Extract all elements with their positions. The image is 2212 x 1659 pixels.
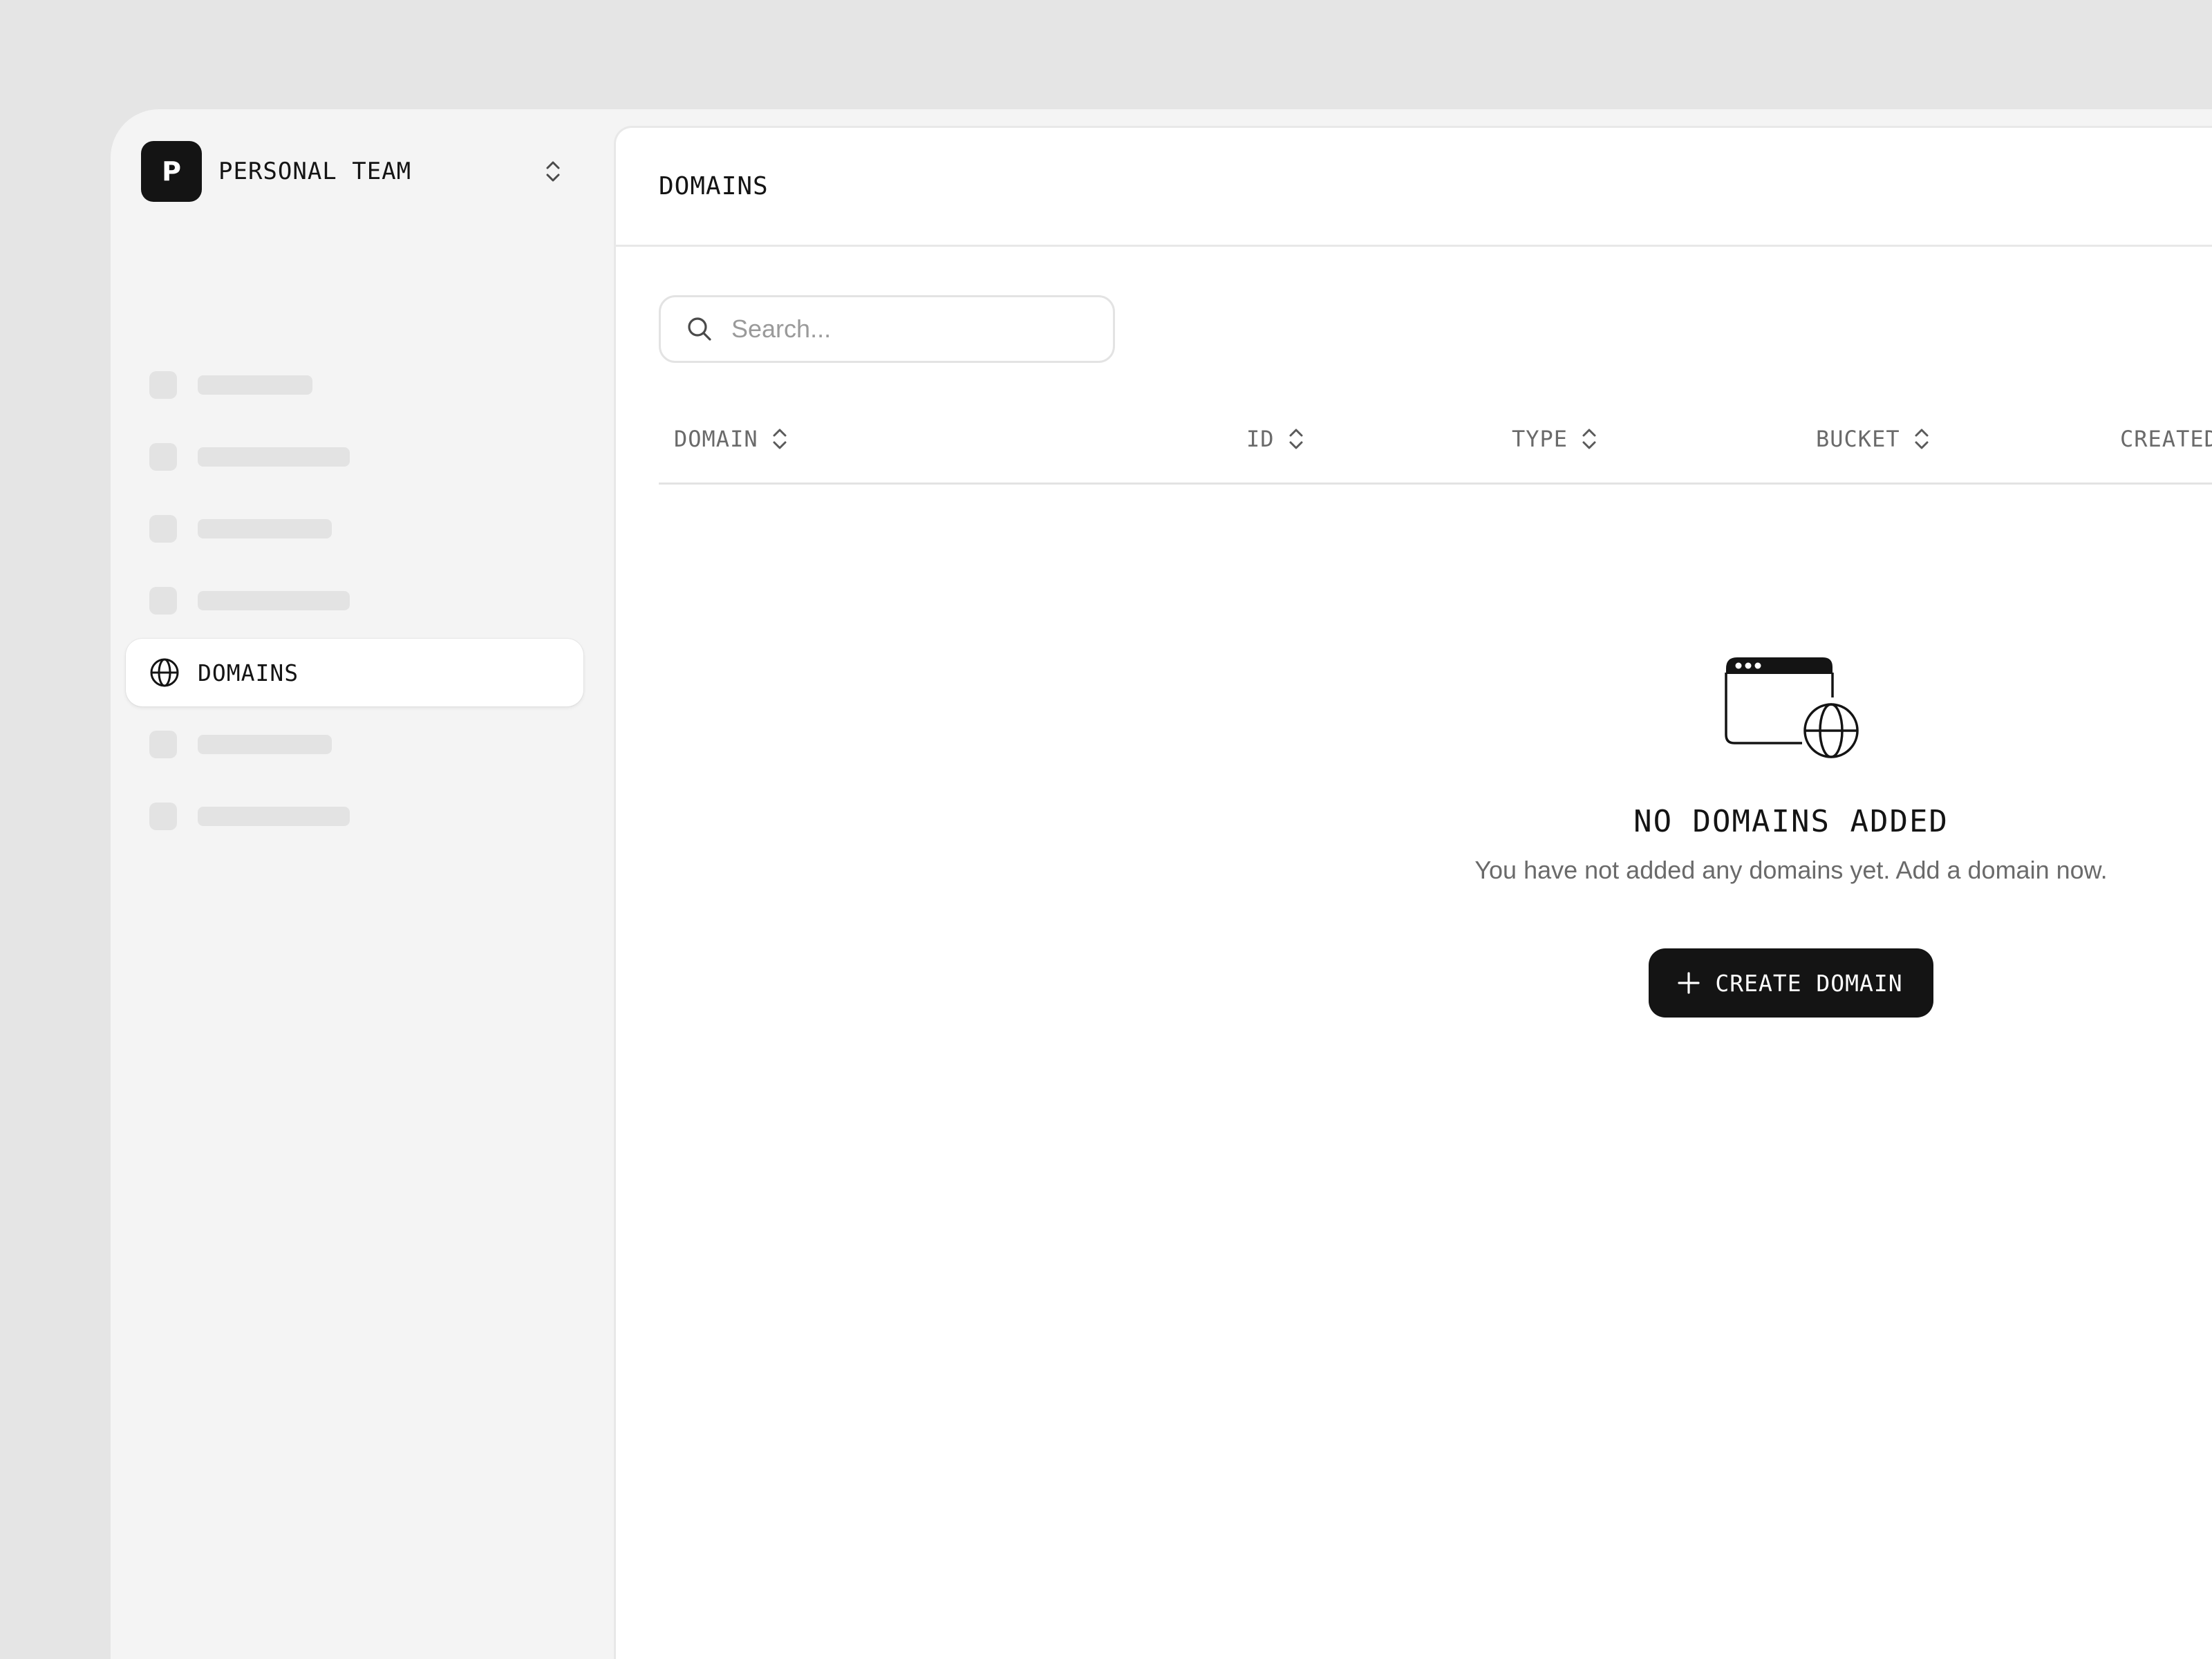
sidebar-item-placeholder [126, 495, 583, 563]
sidebar-item-placeholder [126, 351, 583, 419]
column-label: DOMAIN [674, 426, 758, 452]
globe-icon [149, 657, 180, 688]
team-name: PERSONAL TEAM [218, 158, 412, 185]
main-panel: DOMAINS DOMAIN ID [614, 126, 2212, 1659]
empty-state-title: NO DOMAINS ADDED [1633, 804, 1949, 839]
skeleton-icon [149, 803, 177, 830]
sidebar-item-placeholder [126, 711, 583, 778]
team-switcher[interactable]: P PERSONAL TEAM [141, 141, 583, 202]
search-box[interactable] [659, 295, 1115, 363]
table-header: DOMAIN ID TYPE BUCKET CREATED [659, 393, 2212, 485]
column-label: TYPE [1512, 426, 1568, 452]
app-window: P PERSONAL TEAM DOMAINS DOMAINS Search..… [111, 109, 2212, 1659]
plus-icon [1676, 971, 1701, 995]
sort-icon [769, 425, 790, 453]
skeleton-label [198, 807, 350, 826]
sidebar-item-placeholder [126, 423, 583, 491]
skeleton-label [198, 735, 332, 754]
skeleton-icon [149, 515, 177, 543]
empty-state: NO DOMAINS ADDED You have not added any … [1376, 653, 2206, 1018]
column-header-created[interactable]: CREATED [2120, 393, 2212, 485]
sort-icon [1579, 425, 1600, 453]
skeleton-label [198, 375, 312, 395]
sidebar-item-domains[interactable]: DOMAINS [126, 639, 583, 706]
page-header: DOMAINS [616, 128, 2212, 247]
column-header-domain[interactable]: DOMAIN [674, 393, 790, 485]
skeleton-icon [149, 731, 177, 758]
skeleton-icon [149, 587, 177, 615]
team-avatar: P [141, 141, 202, 202]
column-header-type[interactable]: TYPE [1512, 393, 1600, 485]
column-header-bucket[interactable]: BUCKET [1816, 393, 1932, 485]
search-icon [684, 314, 715, 344]
column-label: BUCKET [1816, 426, 1900, 452]
skeleton-label [198, 591, 350, 610]
column-label: CREATED [2120, 426, 2212, 452]
create-domain-button-label: CREATE DOMAIN [1715, 969, 1903, 997]
sidebar-item-label: DOMAINS [198, 659, 299, 686]
chevron-up-down-icon [539, 158, 567, 185]
skeleton-icon [149, 443, 177, 471]
browser-globe-icon [1722, 653, 1860, 764]
skeleton-label [198, 519, 332, 538]
skeleton-icon [149, 371, 177, 399]
sidebar-nav: DOMAINS [126, 351, 583, 854]
sidebar: P PERSONAL TEAM DOMAINS [111, 109, 611, 1659]
empty-state-description: You have not added any domains yet. Add … [1474, 856, 2108, 884]
page-title: DOMAINS [659, 172, 769, 200]
sidebar-item-placeholder [126, 567, 583, 635]
sort-icon [1286, 425, 1306, 453]
column-header-id[interactable]: ID [1246, 393, 1306, 485]
column-label: ID [1246, 426, 1275, 452]
search-input[interactable] [730, 314, 1089, 344]
create-domain-button[interactable]: CREATE DOMAIN [1649, 948, 1933, 1018]
skeleton-label [198, 447, 350, 467]
sort-icon [1911, 425, 1932, 453]
sidebar-item-placeholder [126, 782, 583, 850]
